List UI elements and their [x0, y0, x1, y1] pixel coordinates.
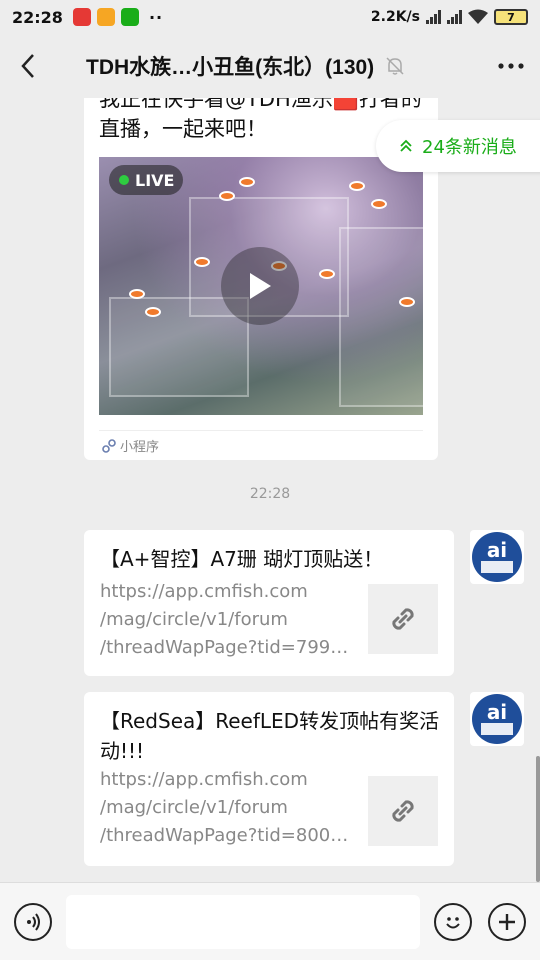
chat-input-bar [0, 882, 540, 960]
back-button[interactable] [14, 52, 42, 80]
tank-outline [109, 297, 249, 397]
status-time: 22:28 [12, 7, 63, 27]
fish-shape [399, 297, 415, 307]
fish-shape [219, 191, 235, 201]
mini-program-source: 小程序 [102, 436, 159, 455]
more-dots-icon [498, 63, 524, 69]
mini-program-icon [102, 438, 116, 453]
chat-messages-area[interactable]: 我正在快手看@TDH渔乐🟥打者的直播，一起来吧！ LIVE 小程序 24条新消息… [0, 98, 540, 882]
fish-shape [239, 177, 255, 187]
link-message-bubble[interactable]: 【A+智控】A7珊 瑚灯顶贴送！ https://app.cmfish.com … [84, 530, 454, 676]
signal-icon-2 [447, 10, 462, 24]
link-title: 【RedSea】ReefLED转发顶帖有奖活动!!! [100, 709, 440, 763]
svg-text:ai: ai [487, 538, 507, 562]
back-arrow-icon [21, 54, 34, 78]
new-messages-label: 24条新消息 [422, 137, 517, 158]
bot-avatar-icon: ai [472, 694, 522, 744]
status-bar: 22:28 ·· 2.2K/s 7 [0, 0, 540, 34]
network-speed: 2.2K/s [370, 9, 420, 25]
emoji-icon [446, 916, 460, 928]
fish-shape [194, 257, 210, 267]
news-app-icon [72, 8, 91, 26]
voice-icon [27, 912, 40, 931]
link-title: 【A+智控】A7珊 瑚灯顶贴送！ [100, 547, 384, 571]
emoji-button[interactable] [434, 902, 472, 941]
live-video-thumbnail[interactable]: LIVE [99, 157, 423, 415]
link-url: https://app.cmfish.com /mag/circle/v1/fo… [100, 581, 349, 658]
link-url: https://app.cmfish.com /mag/circle/v1/fo… [100, 769, 349, 846]
shield-app-icon [120, 8, 139, 26]
fish-shape [349, 181, 365, 191]
play-icon [250, 273, 271, 299]
fish-shape [145, 307, 161, 317]
more-functions-button[interactable] [488, 902, 526, 941]
notes-app-icon [96, 8, 115, 26]
plus-icon [499, 913, 515, 930]
battery-icon: 7 [494, 9, 528, 25]
live-badge: LIVE [109, 165, 183, 195]
more-options-button[interactable] [496, 52, 526, 80]
link-thumbnail [368, 584, 438, 654]
fish-shape [371, 199, 387, 209]
double-chevron-up-icon [400, 139, 412, 152]
sender-avatar[interactable]: ai [470, 530, 524, 584]
more-notifications-icon: ·· [148, 7, 164, 27]
fish-shape [319, 269, 335, 279]
message-timestamp: 22:28 [249, 486, 291, 502]
wifi-icon [468, 9, 488, 24]
chat-scrollbar[interactable] [536, 756, 540, 882]
message-input[interactable] [66, 894, 420, 949]
link-icon [392, 608, 414, 630]
bot-avatar-icon: ai [472, 532, 522, 582]
card-divider [99, 430, 423, 431]
play-button[interactable] [221, 247, 299, 325]
mute-bell-icon [386, 57, 404, 75]
live-dot-icon [119, 175, 129, 185]
chat-title: TDH水族…小丑鱼(东北）(130) [86, 56, 375, 79]
signal-icon [426, 10, 441, 24]
live-label: LIVE [135, 170, 175, 190]
new-messages-button[interactable]: 24条新消息 [376, 120, 540, 172]
mini-program-label: 小程序 [120, 440, 160, 455]
tank-outline [339, 227, 423, 407]
link-message-bubble[interactable]: 【RedSea】ReefLED转发顶帖有奖活动!!! https://app.c… [84, 692, 454, 866]
chat-header: TDH水族…小丑鱼(东北）(130) [0, 34, 540, 98]
fish-shape [129, 289, 145, 299]
voice-input-button[interactable] [14, 902, 52, 941]
sender-avatar[interactable]: ai [470, 692, 524, 746]
link-thumbnail [368, 776, 438, 846]
svg-text:ai: ai [487, 700, 507, 724]
link-icon [392, 800, 414, 822]
